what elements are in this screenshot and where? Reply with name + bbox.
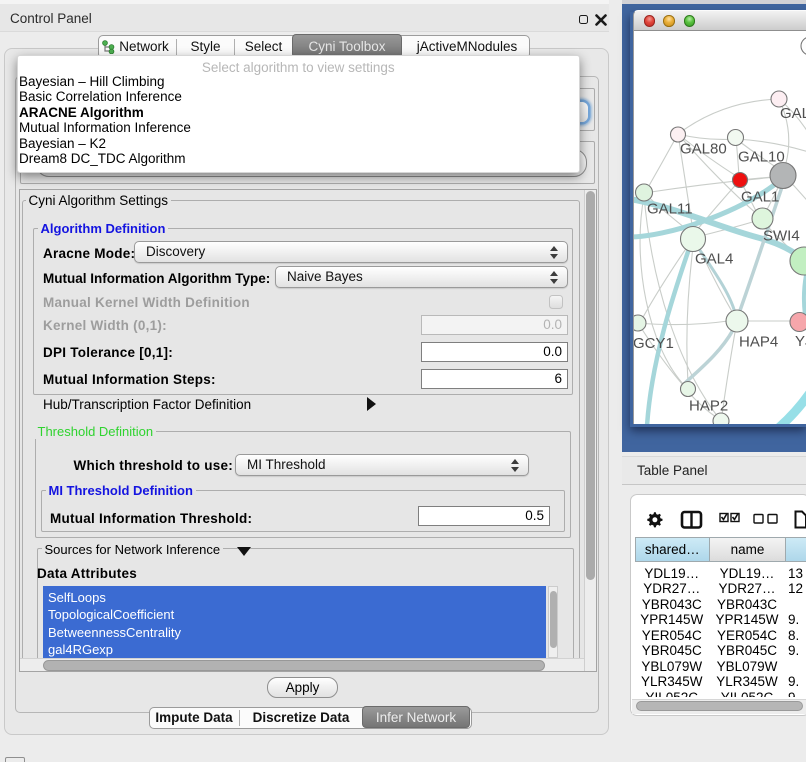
svg-text:SWI4: SWI4 (763, 228, 800, 245)
svg-text:GAL7: GAL7 (780, 105, 806, 122)
svg-text:GAL80: GAL80 (680, 141, 727, 158)
svg-text:HAP4: HAP4 (739, 334, 778, 351)
svg-text:GAL1: GAL1 (741, 189, 779, 206)
svg-text:GCY1: GCY1 (634, 335, 674, 352)
svg-text:GAL10: GAL10 (738, 149, 785, 166)
svg-text:YJ: YJ (795, 333, 806, 350)
svg-text:GAL11: GAL11 (647, 201, 693, 218)
svg-text:HAP2: HAP2 (689, 398, 728, 415)
svg-text:GAL4: GAL4 (695, 251, 733, 268)
